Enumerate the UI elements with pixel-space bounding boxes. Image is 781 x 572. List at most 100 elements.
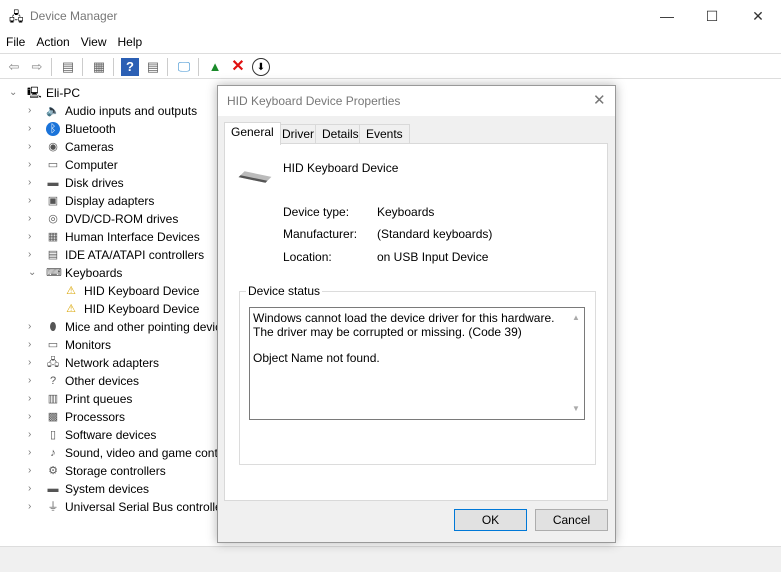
separator	[51, 58, 52, 76]
warning-keyboard-icon: ⚠	[66, 285, 76, 297]
close-button[interactable]: ✕	[735, 0, 781, 32]
storage-icon: ⚙	[48, 465, 58, 477]
action-pane-icon[interactable]: ▤	[144, 58, 162, 76]
tree-item[interactable]: ⌄ ⌨ Keyboards	[0, 264, 217, 282]
tree-item[interactable]: › ▬ System devices	[0, 480, 217, 498]
keyboard-icon	[238, 171, 272, 183]
show-hide-tree-icon[interactable]: ▤	[59, 58, 77, 76]
uninstall-icon[interactable]: ✕	[229, 58, 247, 76]
chevron-down-icon[interactable]: ⌄	[28, 264, 38, 282]
chevron-right-icon[interactable]: ›	[28, 426, 38, 444]
warning-keyboard-icon: ⚠	[66, 303, 76, 315]
properties-dialog: HID Keyboard Device Properties ✕ General…	[217, 85, 616, 543]
maximize-button[interactable]: ☐	[689, 0, 735, 32]
status-message: Windows cannot load the device driver fo…	[253, 311, 555, 339]
chevron-right-icon[interactable]: ›	[28, 210, 38, 228]
tree-item-label: Cameras	[65, 140, 114, 154]
display-icon: ▣	[47, 195, 59, 207]
tree-item-label: Monitors	[65, 338, 112, 352]
manufacturer-value: (Standard keyboards)	[377, 227, 493, 241]
chevron-right-icon[interactable]: ›	[28, 444, 38, 462]
tree-item[interactable]: › ▥ Print queues	[0, 390, 217, 408]
tree-item-label: Sound, video and game controllers	[65, 446, 217, 460]
network-icon: 🖧	[46, 357, 60, 369]
chevron-right-icon[interactable]: ›	[28, 174, 38, 192]
location-value: on USB Input Device	[377, 250, 489, 264]
tree-item[interactable]: ›? Other devices	[0, 372, 217, 390]
tree-item[interactable]: › ᛒ Bluetooth	[0, 120, 217, 138]
chevron-right-icon[interactable]: ›	[28, 228, 38, 246]
monitor-icon: ▭	[47, 339, 59, 351]
tree-item[interactable]: › ▤ IDE ATA/ATAPI controllers	[0, 246, 217, 264]
cancel-button[interactable]: Cancel	[535, 509, 608, 531]
tab-general[interactable]: General	[224, 122, 281, 145]
tree-item[interactable]: › ⬮ Mice and other pointing devices	[0, 318, 217, 336]
device-type-value: Keyboards	[377, 205, 435, 219]
dvd-icon: ◎	[48, 213, 58, 225]
printer-icon: ▥	[47, 393, 59, 405]
back-icon[interactable]: ⇦	[5, 58, 23, 76]
disable-device-icon[interactable]: ⬇	[252, 58, 270, 76]
chevron-right-icon[interactable]: ›	[28, 120, 38, 138]
tree-item-label: HID Keyboard Device	[84, 302, 200, 316]
chevron-right-icon[interactable]: ›	[28, 480, 38, 498]
tree-item[interactable]: › ▬ Disk drives	[0, 174, 217, 192]
location-label: Location:	[283, 250, 332, 264]
scan-hardware-icon[interactable]: 🖵	[175, 58, 193, 76]
chevron-right-icon[interactable]: ›	[28, 102, 38, 120]
tab-events[interactable]: Events	[359, 124, 410, 144]
chevron-right-icon[interactable]: ›	[28, 462, 38, 480]
separator	[198, 58, 199, 76]
help-icon[interactable]: ?	[121, 58, 139, 76]
bluetooth-icon: ᛒ	[46, 122, 60, 136]
chevron-right-icon[interactable]: ›	[28, 390, 38, 408]
properties-icon[interactable]: ▦	[90, 58, 108, 76]
chevron-right-icon[interactable]: ›	[28, 336, 38, 354]
dialog-close-button[interactable]: ✕	[593, 91, 606, 109]
tree-item[interactable]: ⚠ HID Keyboard Device	[0, 282, 217, 300]
tree-item[interactable]: › ◉ Cameras	[0, 138, 217, 156]
computer-icon: ▭	[47, 159, 59, 171]
tree-item[interactable]: ⚠ HID Keyboard Device	[0, 300, 217, 318]
chevron-right-icon[interactable]: ›	[28, 372, 38, 390]
tree-item[interactable]: › ◎ DVD/CD-ROM drives	[0, 210, 217, 228]
tree-item[interactable]: › ▩ Processors	[0, 408, 217, 426]
tree-item-label: Human Interface Devices	[65, 230, 200, 244]
forward-icon[interactable]: ⇨	[28, 58, 46, 76]
tree-item[interactable]: › ▦ Human Interface Devices	[0, 228, 217, 246]
tree-item-label: Display adapters	[65, 194, 155, 208]
minimize-button[interactable]: —	[644, 0, 690, 32]
computer-icon: 🖳	[27, 87, 42, 99]
menu-view[interactable]: View	[75, 32, 112, 49]
chevron-right-icon[interactable]: ›	[28, 498, 38, 516]
scrollbar[interactable]: ▲ ▼	[568, 308, 584, 419]
chevron-right-icon[interactable]: ›	[28, 156, 38, 174]
tree-item[interactable]: › ⚙ Storage controllers	[0, 462, 217, 480]
chevron-right-icon[interactable]: ›	[28, 318, 38, 336]
device-status-textbox[interactable]: Windows cannot load the device driver fo…	[249, 307, 585, 420]
camera-icon: ◉	[48, 141, 58, 153]
tree-item[interactable]: › 🖧 Network adapters	[0, 354, 217, 372]
chevron-right-icon[interactable]: ›	[28, 354, 38, 372]
app-icon: 🖧	[9, 9, 24, 24]
chevron-down-icon[interactable]: ⌄	[9, 84, 19, 102]
ide-icon: ▤	[47, 249, 59, 261]
tree-item[interactable]: › 🔈 Audio inputs and outputs	[0, 102, 217, 120]
chevron-right-icon[interactable]: ›	[28, 192, 38, 210]
tree-item[interactable]: › ▭ Monitors	[0, 336, 217, 354]
tree-root-label: Eli-PC	[46, 86, 81, 100]
tree-item[interactable]: › ▭ Computer	[0, 156, 217, 174]
chevron-right-icon[interactable]: ›	[28, 246, 38, 264]
chevron-right-icon[interactable]: ›	[28, 138, 38, 156]
usb-icon: ⏚	[47, 501, 59, 513]
tree-item[interactable]: › ⏚ Universal Serial Bus controllers	[0, 498, 217, 516]
update-driver-icon[interactable]: ▲	[206, 58, 224, 76]
tree-item[interactable]: › ♪ Sound, video and game controllers	[0, 444, 217, 462]
chevron-right-icon[interactable]: ›	[28, 408, 38, 426]
ok-button[interactable]: OK	[454, 509, 527, 531]
tree-item[interactable]: › ▯ Software devices	[0, 426, 217, 444]
menu-file[interactable]: File	[0, 32, 30, 49]
menu-help[interactable]: Help	[112, 32, 148, 49]
menu-action[interactable]: Action	[30, 32, 74, 49]
tree-item[interactable]: › ▣ Display adapters	[0, 192, 217, 210]
